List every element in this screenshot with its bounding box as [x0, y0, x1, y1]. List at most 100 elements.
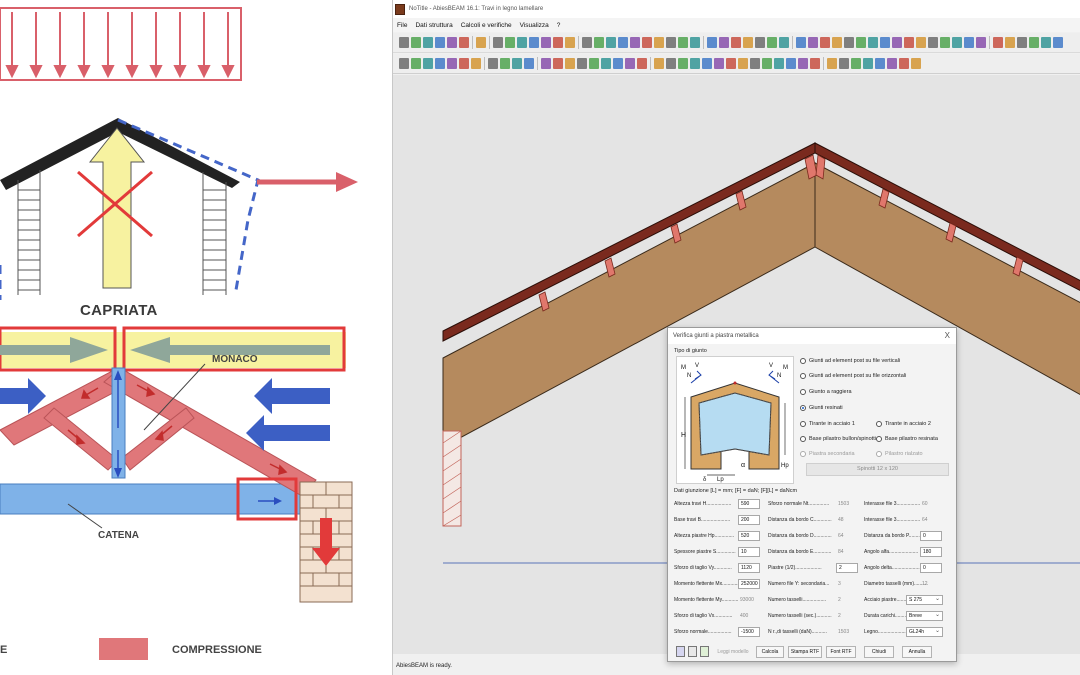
field-plate-height[interactable]: 520: [738, 531, 760, 541]
toolbar2-tool-icon[interactable]: [810, 58, 820, 69]
toolbar1-tool-icon[interactable]: [447, 37, 457, 48]
toolbar1-tool-icon[interactable]: [1029, 37, 1039, 48]
toolbar1-tool-icon[interactable]: [565, 37, 575, 48]
toolbar1-tool-icon[interactable]: [642, 37, 652, 48]
option-resin-joint[interactable]: Giunti resinati: [800, 405, 843, 411]
stampa-rtf-button[interactable]: Stampa RTF: [788, 646, 822, 658]
menu-help[interactable]: ?: [553, 22, 565, 29]
toolbar1-tool-icon[interactable]: [606, 37, 616, 48]
toolbar1-tool-icon[interactable]: [731, 37, 741, 48]
toolbar1-tool-icon[interactable]: [594, 37, 604, 48]
toolbar2-tool-icon[interactable]: [827, 58, 837, 69]
toolbar1-tool-icon[interactable]: [796, 37, 806, 48]
font-rtf-button[interactable]: Font RTF: [826, 646, 856, 658]
toolbar2-tool-icon[interactable]: [714, 58, 724, 69]
toolbar1-tool-icon[interactable]: [1005, 37, 1015, 48]
select-plate-steel[interactable]: S 275: [906, 595, 943, 605]
field-beam-base[interactable]: 200: [738, 515, 760, 525]
toolbar2-tool-icon[interactable]: [423, 58, 433, 69]
toolbar1-tool-icon[interactable]: [952, 37, 962, 48]
toolbar1-tool-icon[interactable]: [411, 37, 421, 48]
close-icon[interactable]: X: [945, 331, 950, 340]
toolbar1-tool-icon[interactable]: [976, 37, 986, 48]
menu-calcoli-verifiche[interactable]: Calcoli e verifiche: [457, 22, 516, 29]
toolbar2-tool-icon[interactable]: [553, 58, 563, 69]
toolbar1-tool-icon[interactable]: [399, 37, 409, 48]
field-normal-force[interactable]: -1500: [738, 627, 760, 637]
toolbar1-tool-icon[interactable]: [541, 37, 551, 48]
toolbar2-tool-icon[interactable]: [435, 58, 445, 69]
toolbar2-tool-icon[interactable]: [411, 58, 421, 69]
calcola-button[interactable]: Calcola: [756, 646, 784, 658]
option-resin-base[interactable]: Base pilastro resinata: [876, 436, 938, 442]
toolbar2-tool-icon[interactable]: [738, 58, 748, 69]
toolbar1-tool-icon[interactable]: [666, 37, 676, 48]
toolbar2-tool-icon[interactable]: [613, 58, 623, 69]
toolbar2-tool-icon[interactable]: [541, 58, 551, 69]
toolbar1-tool-icon[interactable]: [779, 37, 789, 48]
toolbar1-tool-icon[interactable]: [582, 37, 592, 48]
toolbar1-tool-icon[interactable]: [707, 37, 717, 48]
toolbar1-tool-icon[interactable]: [755, 37, 765, 48]
field-plates[interactable]: 2: [836, 563, 858, 573]
toolbar2-tool-icon[interactable]: [750, 58, 760, 69]
toolbar2-tool-icon[interactable]: [654, 58, 664, 69]
field-moment-mx[interactable]: 252000: [738, 579, 760, 589]
field-beam-height[interactable]: 590: [738, 499, 760, 509]
toolbar2-tool-icon[interactable]: [690, 58, 700, 69]
model-icon[interactable]: [676, 646, 685, 657]
menu-dati-struttura[interactable]: Dati struttura: [411, 22, 456, 29]
toolbar1-tool-icon[interactable]: [719, 37, 729, 48]
toolbar2-tool-icon[interactable]: [565, 58, 575, 69]
toolbar2-tool-icon[interactable]: [447, 58, 457, 69]
toolbar1-tool-icon[interactable]: [505, 37, 515, 48]
toolbar1-tool-icon[interactable]: [868, 37, 878, 48]
toolbar1-tool-icon[interactable]: [459, 37, 469, 48]
toolbar2-tool-icon[interactable]: [399, 58, 409, 69]
toolbar2-tool-icon[interactable]: [637, 58, 647, 69]
select-load-duration[interactable]: Breve: [906, 611, 943, 621]
toolbar2-tool-icon[interactable]: [911, 58, 921, 69]
toolbar2-tool-icon[interactable]: [666, 58, 676, 69]
dowel-spec-button[interactable]: Spinotti 12 x 120: [806, 463, 949, 476]
toolbar1-tool-icon[interactable]: [832, 37, 842, 48]
toolbar1-tool-icon[interactable]: [678, 37, 688, 48]
toolbar2-tool-icon[interactable]: [500, 58, 510, 69]
toolbar1-tool-icon[interactable]: [690, 37, 700, 48]
menu-visualizza[interactable]: Visualizza: [516, 22, 553, 29]
menu-file[interactable]: File: [393, 22, 411, 29]
toolbar1-tool-icon[interactable]: [654, 37, 664, 48]
toolbar2-tool-icon[interactable]: [798, 58, 808, 69]
toolbar1-tool-icon[interactable]: [892, 37, 902, 48]
toolbar2-tool-icon[interactable]: [762, 58, 772, 69]
toolbar2-tool-icon[interactable]: [786, 58, 796, 69]
toolbar1-tool-icon[interactable]: [880, 37, 890, 48]
toolbar2-tool-icon[interactable]: [459, 58, 469, 69]
toolbar1-tool-icon[interactable]: [993, 37, 1003, 48]
toolbar2-tool-icon[interactable]: [601, 58, 611, 69]
toolbar1-tool-icon[interactable]: [630, 37, 640, 48]
toolbar2-tool-icon[interactable]: [524, 58, 534, 69]
toolbar1-tool-icon[interactable]: [964, 37, 974, 48]
toolbar1-tool-icon[interactable]: [1017, 37, 1027, 48]
toolbar1-tool-icon[interactable]: [808, 37, 818, 48]
toolbar2-tool-icon[interactable]: [887, 58, 897, 69]
toolbar1-tool-icon[interactable]: [435, 37, 445, 48]
field-edge-p[interactable]: 0: [920, 531, 942, 541]
annulla-button[interactable]: Annulla: [902, 646, 932, 658]
toolbar1-tool-icon[interactable]: [476, 37, 486, 48]
toolbar2-tool-icon[interactable]: [851, 58, 861, 69]
option-bolted-base[interactable]: Base pilastro bullon/spinotti: [800, 436, 876, 442]
toolbar2-tool-icon[interactable]: [863, 58, 873, 69]
option-steel-tie-2[interactable]: Tirante in acciaio 2: [876, 421, 931, 427]
toolbar2-tool-icon[interactable]: [678, 58, 688, 69]
toolbar1-tool-icon[interactable]: [940, 37, 950, 48]
toolbar2-tool-icon[interactable]: [726, 58, 736, 69]
toolbar2-tool-icon[interactable]: [589, 58, 599, 69]
chiudi-button[interactable]: Chiudi: [864, 646, 894, 658]
save-icon[interactable]: [688, 646, 697, 657]
field-angle-delta[interactable]: 0: [920, 563, 942, 573]
toolbar1-tool-icon[interactable]: [928, 37, 938, 48]
toolbar1-tool-icon[interactable]: [517, 37, 527, 48]
toolbar2-tool-icon[interactable]: [512, 58, 522, 69]
